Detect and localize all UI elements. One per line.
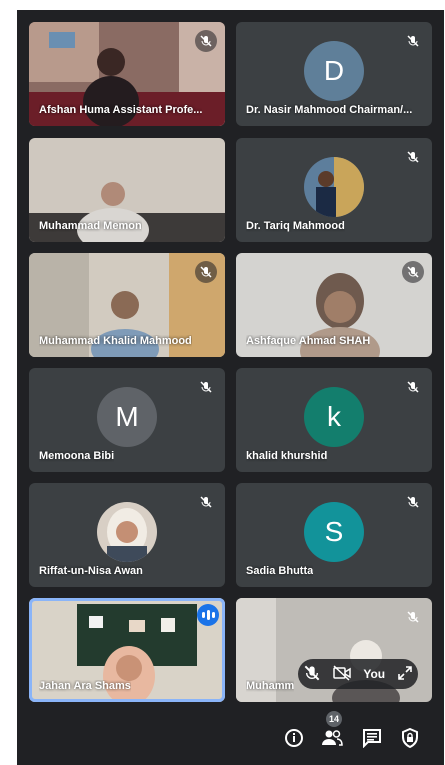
avatar: D: [304, 41, 364, 101]
participant-name: Memoona Bibi: [39, 450, 115, 462]
participant-name: Afshan Huma Assistant Profe...: [39, 104, 203, 116]
participant-tile[interactable]: D Dr. Nasir Mahmood Chairman/...: [236, 22, 432, 126]
participant-tile[interactable]: Riffat-un-Nisa Awan: [29, 483, 225, 587]
avatar: [97, 502, 157, 562]
self-camera-off-button[interactable]: [333, 664, 351, 684]
participant-name: Ashfaque Ahmad SHAH: [246, 335, 371, 347]
participant-name: Riffat-un-Nisa Awan: [39, 565, 143, 577]
participant-tile[interactable]: Ashfaque Ahmad SHAH: [236, 253, 432, 357]
mic-off-icon: [195, 30, 217, 52]
avatar: k: [304, 387, 364, 447]
participant-tile[interactable]: S Sadia Bhutta: [236, 483, 432, 587]
participant-name: Sadia Bhutta: [246, 565, 314, 577]
mic-off-icon: [304, 665, 320, 680]
mic-off-icon: [195, 376, 217, 398]
expand-icon: [397, 665, 412, 680]
mic-off-icon: [402, 606, 424, 628]
chat-button[interactable]: [357, 723, 387, 753]
participant-tile[interactable]: Jahan Ara Shams: [29, 598, 225, 702]
mic-off-icon: [402, 376, 424, 398]
self-view-label: You: [363, 667, 386, 681]
avatar: M: [97, 387, 157, 447]
participant-tile[interactable]: Dr. Tariq Mahmood: [236, 138, 432, 242]
participant-name: Dr. Tariq Mahmood: [246, 220, 345, 232]
avatar: S: [304, 502, 364, 562]
mic-off-icon: [195, 261, 217, 283]
people-count-badge: 14: [326, 711, 342, 727]
info-button[interactable]: [279, 723, 309, 753]
info-icon: [285, 729, 303, 747]
participant-name: Muhammad Khalid Mahmood: [39, 335, 192, 347]
participant-name: Muhamm: [246, 680, 295, 692]
expand-button[interactable]: [397, 665, 412, 683]
self-view-controls: You: [298, 659, 418, 689]
speaking-indicator-icon: [197, 604, 219, 626]
mic-off-icon: [195, 491, 217, 513]
people-icon: [322, 730, 343, 746]
mic-off-icon: [402, 261, 424, 283]
mic-off-icon: [402, 491, 424, 513]
participant-tile[interactable]: k khalid khurshid: [236, 368, 432, 472]
participant-tile[interactable]: Muhammad Memon: [29, 138, 225, 242]
mic-off-icon: [402, 30, 424, 52]
participant-name: Jahan Ara Shams: [39, 680, 131, 692]
participant-tile[interactable]: Muhammad Khalid Mahmood: [29, 253, 225, 357]
people-button[interactable]: 14: [317, 711, 347, 753]
participant-name: khalid khurshid: [246, 450, 328, 462]
participant-name: Dr. Nasir Mahmood Chairman/...: [246, 104, 413, 116]
self-mic-off-button[interactable]: [304, 665, 320, 684]
security-button[interactable]: [395, 723, 425, 753]
avatar: [304, 157, 364, 217]
camera-off-icon: [333, 664, 351, 681]
lock-icon: [402, 728, 418, 748]
participant-tile[interactable]: Afshan Huma Assistant Profe...: [29, 22, 225, 126]
participant-tile[interactable]: M Memoona Bibi: [29, 368, 225, 472]
participant-name: Muhammad Memon: [39, 220, 142, 232]
chat-icon: [363, 729, 381, 748]
mic-off-icon: [402, 146, 424, 168]
meeting-stage: Afshan Huma Assistant Profe... D Dr. Nas…: [17, 10, 444, 765]
